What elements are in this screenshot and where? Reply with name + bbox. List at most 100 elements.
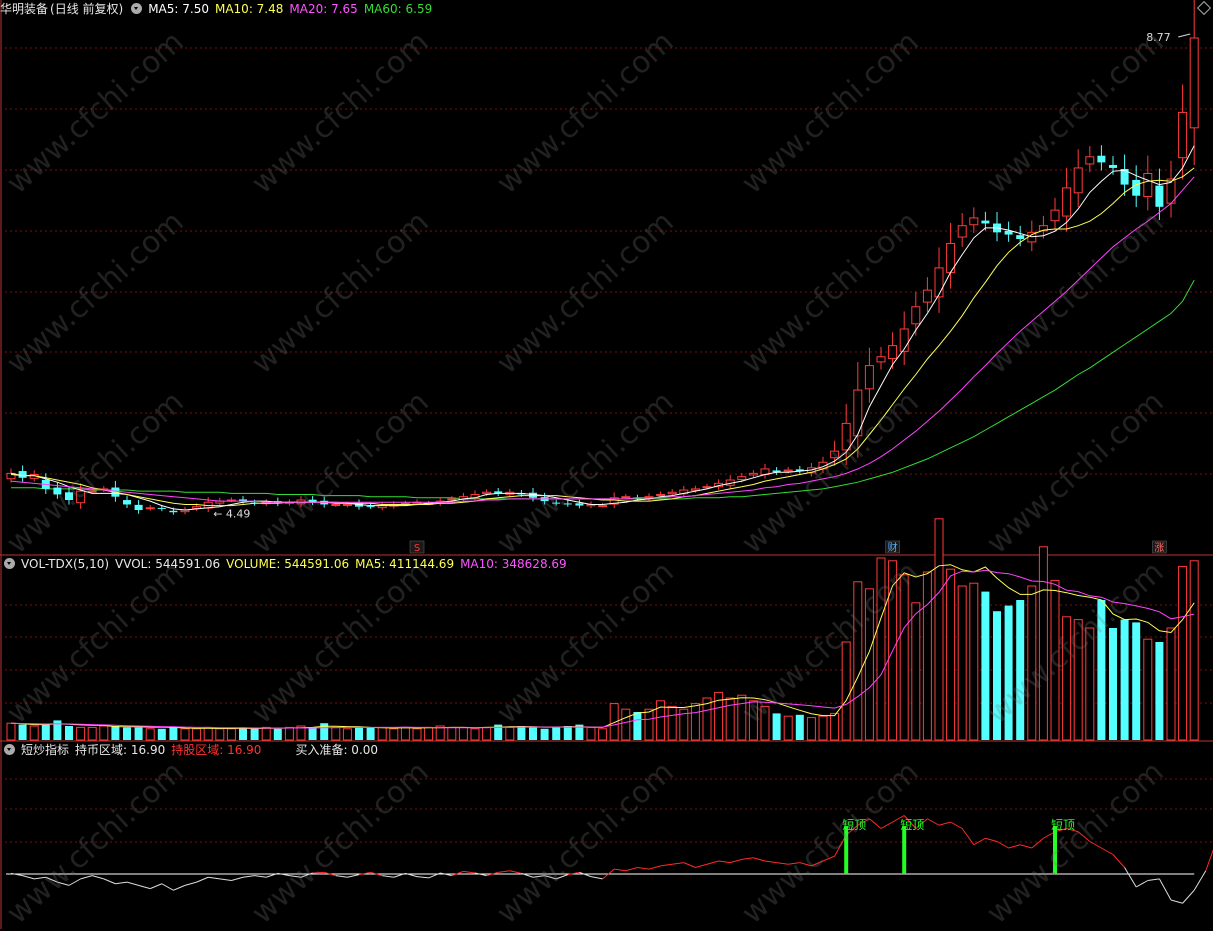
short-top-bar [844, 826, 849, 874]
candle-body-up [934, 267, 944, 298]
signal-segment [335, 875, 348, 878]
volume-bar-down [1016, 600, 1025, 740]
volume-bar-down [795, 714, 804, 740]
volume-bar-down [529, 727, 537, 740]
volume-bars [6, 518, 1199, 741]
period-label: (日线 前复权) [50, 2, 124, 16]
signal-segment [184, 881, 197, 886]
ma10-line [10, 167, 1195, 507]
main-header: 华明装备 (日线 前复权) MA5: 7.50 MA10: 7.48 MA20: 7.6… [0, 0, 438, 18]
signal-header: 短炒指标 持币区域: 16.90 持股区域: 16.90 买入准备: 0.00 [0, 741, 384, 759]
candle-body-up [87, 490, 97, 493]
volume-bar-up [331, 726, 341, 741]
short-top-bar [1053, 826, 1057, 874]
signal-segment [1147, 878, 1160, 881]
signal-segment [1020, 844, 1032, 849]
volume-indicator-name[interactable]: VOL-TDX(5,10) [21, 557, 109, 571]
volume-bar-up [389, 728, 399, 741]
volume-bar-down [1132, 622, 1141, 740]
candle-body-up [864, 365, 874, 390]
signal-segment [1124, 867, 1137, 888]
volume-bar-down [1004, 605, 1013, 740]
signal-segment [788, 862, 800, 865]
volume-bar-up [1085, 627, 1095, 741]
volume-bar-down [18, 724, 27, 740]
signal-indicator-name[interactable]: 短炒指标 [21, 743, 69, 757]
volume-bar-up [818, 715, 828, 741]
stock-chart[interactable]: 短顶 短顶 短顶 8.77 ← 4.49 S 财 涨 [0, 0, 1213, 929]
signal-segment [382, 875, 394, 878]
min-price-label: ← 4.49 [213, 507, 250, 520]
candle-body-down [981, 220, 990, 224]
signal-segment [822, 855, 835, 862]
signal-segment [880, 821, 893, 829]
signal-segment [695, 863, 708, 868]
volume-bar-down [134, 727, 143, 740]
candle-body-down [1016, 235, 1025, 240]
signal-segment [1193, 870, 1207, 891]
signal-segment [463, 870, 476, 874]
chevron-down-icon[interactable] [4, 558, 15, 569]
volume-ma10-value: MA10: 348628.69 [460, 557, 567, 571]
candle-body-down [1097, 155, 1106, 163]
signal-segment [34, 876, 46, 880]
volume-bar-up [1143, 638, 1153, 741]
volume-bar-up [760, 705, 770, 741]
volume-bar-up [87, 726, 97, 741]
volume-bar-down [981, 591, 990, 740]
candle-body-down [169, 510, 178, 513]
volume-bar-up [342, 728, 352, 741]
stock-name[interactable]: 华明装备 [0, 2, 48, 16]
signal-segment [498, 870, 510, 873]
volume-bar-up [192, 728, 202, 741]
volume-bar-down [366, 727, 375, 740]
signal-segment [799, 862, 812, 867]
signal-segment [532, 875, 545, 878]
signal-segment [938, 821, 951, 826]
chevron-down-icon[interactable] [4, 744, 15, 755]
signal-segment [683, 862, 696, 868]
volume-bar-up [203, 726, 213, 741]
volume-bar-down [123, 727, 131, 740]
volume-bar-up [99, 725, 109, 741]
candle-body-up [830, 450, 840, 459]
signal-segment [219, 878, 232, 881]
candle-body-down [1132, 179, 1141, 196]
candle-body-down [18, 471, 27, 478]
signal-segment [1112, 854, 1125, 868]
candle-body-up [667, 491, 677, 495]
candle-body-down [575, 503, 584, 506]
signal-segment [544, 875, 557, 880]
chevron-down-icon[interactable] [131, 3, 143, 14]
candle-body-up [1050, 209, 1060, 222]
volume-header: VOL-TDX(5,10) VVOL: 544591.06 VOLUME: 5445… [0, 555, 573, 573]
volume-bar-up [876, 557, 886, 741]
candlesticks [6, 0, 1199, 515]
signal-segment [1182, 889, 1195, 904]
volume-bar-down [308, 727, 317, 740]
candle-body-up [1085, 156, 1095, 165]
signal-segment [416, 876, 429, 879]
ma60-line [11, 279, 1195, 500]
buy-ready-value: 买入准备: 0.00 [295, 743, 379, 757]
ma-lines [10, 145, 1195, 511]
signal-segment [1205, 849, 1213, 871]
candle-body-up [1062, 187, 1072, 217]
signal-segment [1101, 847, 1114, 855]
volume-bar-up [922, 571, 932, 741]
volume-bar-down [993, 611, 1001, 740]
volume-bar-up [447, 726, 457, 741]
candle-body-up [841, 422, 851, 451]
signal-segment [68, 878, 81, 886]
signal-segment [173, 884, 186, 891]
candle-body-up [1189, 37, 1199, 129]
candle-body-down [552, 502, 561, 504]
signal-segment [637, 867, 650, 870]
volume-value: VOLUME: 544591.06 [226, 557, 350, 571]
volume-bar-down [273, 728, 282, 740]
volume-bar-up [482, 726, 492, 741]
signal-segment [672, 862, 684, 865]
volume-bar-up [748, 700, 758, 741]
volume-bar-up [598, 728, 608, 741]
signal-segment [1170, 899, 1183, 904]
